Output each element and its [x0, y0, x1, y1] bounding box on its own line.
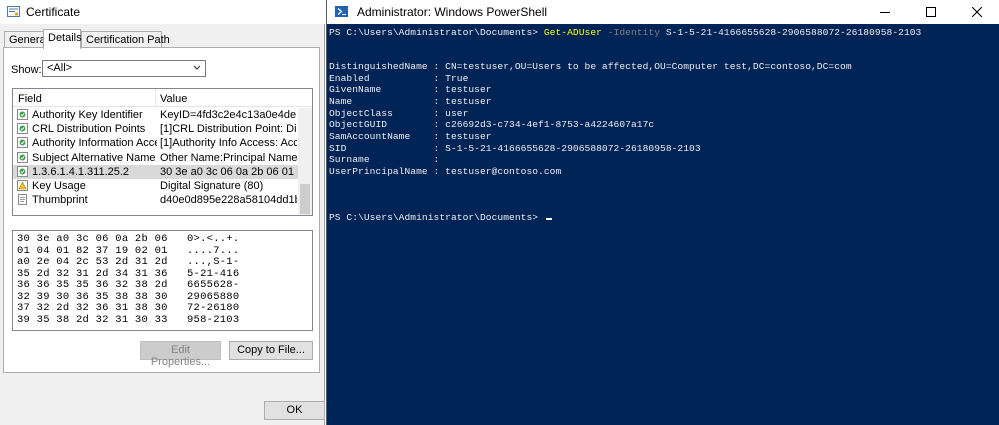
show-dropdown[interactable]: <All>: [42, 60, 206, 77]
tab-details[interactable]: Details: [43, 29, 82, 49]
field-list-scrollbar[interactable]: [298, 108, 312, 215]
hex-ascii: ....7...: [187, 244, 240, 257]
field-value: d40e0d895e228a58104dd1b2...: [160, 194, 297, 207]
output-line: SID : S-1-5-21-4166655628-2906588072-261…: [329, 142, 701, 154]
prompt-text-2: PS C:\Users\Administrator\Documents>: [329, 212, 544, 223]
hex-ascii: 72-26180: [187, 302, 240, 314]
value-hex-view[interactable]: 30 3e a0 3c 06 0a 2b 06 0>.<..+. 01 04 01 …: [12, 230, 313, 331]
field-row[interactable]: CRL Distribution Points [1]CRL Distributi…: [13, 122, 299, 136]
hex-bytes: 37 32 2d 32 36 31 38 30: [17, 302, 168, 314]
ok-button[interactable]: OK: [264, 401, 325, 420]
prompt-line: PS C:\Users\Administrator\Documents>: [329, 212, 552, 223]
command-name: Get-ADUser: [543, 27, 602, 38]
key-usage-icon: [17, 180, 28, 191]
hex-bytes: 39 35 38 2d 32 31 30 33: [17, 313, 168, 326]
hex-ascii: 29065880: [187, 290, 240, 303]
text-cursor: [545, 218, 552, 220]
edit-properties-button[interactable]: Edit Properties...: [140, 341, 221, 368]
certificate-icon: [7, 6, 20, 17]
field-value: [1]Authority Info Access: Acc...: [160, 137, 297, 150]
hex-ascii: 5-21-416: [187, 267, 240, 280]
field-name: Authority Information Access: [32, 137, 157, 150]
close-button[interactable]: [954, 0, 999, 24]
cert-field-icon: [17, 151, 28, 163]
output-line: Enabled : True: [329, 72, 469, 84]
column-header-value[interactable]: Value: [160, 93, 187, 105]
powershell-title: Administrator: Windows PowerShell: [357, 5, 548, 19]
field-name: CRL Distribution Points: [32, 123, 146, 136]
field-list-header: Field Value: [13, 89, 312, 107]
field-value: 30 3e a0 3c 06 0a 2b 06 01 04...: [160, 165, 297, 178]
close-icon: [972, 7, 982, 17]
cert-field-icon: [17, 109, 28, 120]
output-line: Name : testuser: [329, 96, 492, 107]
output-line: DistinguishedName : CN=testuser,OU=Users…: [329, 61, 852, 72]
field-name: 1.3.6.1.4.1.311.25.2: [32, 165, 130, 178]
certificate-title: Certificate: [26, 5, 81, 19]
document-icon: [18, 194, 27, 206]
hex-bytes: a0 2e 04 2c 53 2d 31 2d: [17, 256, 168, 268]
hex-bytes: 32 39 30 36 35 38 38 30: [17, 290, 168, 303]
field-list[interactable]: Field Value Authority Key Identifier KeyI…: [12, 88, 313, 216]
column-divider[interactable]: [155, 89, 156, 107]
hex-bytes: 36 36 35 35 36 32 38 2d: [17, 279, 168, 291]
hex-bytes: 30 3e a0 3c 06 0a 2b 06: [17, 233, 168, 245]
field-row[interactable]: Thumbprint d40e0d895e228a58104dd1b2...: [13, 193, 299, 207]
powershell-title-bar: Administrator: Windows PowerShell: [327, 0, 999, 24]
copy-to-file-button[interactable]: Copy to File...: [229, 341, 313, 360]
cert-field-icon: [17, 165, 28, 177]
chevron-down-icon: [193, 65, 201, 70]
field-row[interactable]: Authority Information Access[1]Authority…: [13, 136, 299, 150]
show-label: Show:: [11, 64, 42, 76]
show-dropdown-value: <All>: [47, 62, 73, 74]
maximize-button[interactable]: [908, 0, 954, 24]
output-line: GivenName : testuser: [329, 84, 492, 96]
hex-ascii: ...,S-1-: [187, 256, 240, 268]
hex-ascii: 6655628-: [187, 279, 240, 291]
field-name: Authority Key Identifier: [32, 109, 143, 121]
field-name: Thumbprint: [32, 194, 88, 207]
field-value: Digital Signature (80): [160, 180, 264, 192]
field-row[interactable]: Key Usage Digital Signature (80): [13, 179, 299, 193]
field-name: Key Usage: [32, 180, 86, 192]
certificate-dialog: Certificate General Details Certificatio…: [0, 0, 325, 425]
command-parameter: -Identity: [607, 27, 661, 38]
scrollbar-thumb[interactable]: [300, 184, 310, 214]
field-row[interactable]: 1.3.6.1.4.1.311.25.2 30 3e a0 3c 06 0a 2b…: [13, 164, 299, 179]
powershell-window: Administrator: Windows PowerShell PS C:\…: [326, 0, 999, 425]
output-line: UserPrincipalName : testuser@contoso.com: [329, 166, 562, 178]
cert-field-icon: [17, 123, 28, 135]
hex-ascii: 958-2103: [187, 313, 240, 326]
field-row[interactable]: Authority Key Identifier KeyID=4fd3c2e4c1…: [13, 108, 299, 122]
command-argument: S-1-5-21-4166655628-2906588072-26180958-…: [665, 27, 922, 38]
maximize-icon: [926, 7, 936, 17]
tab-certification-path[interactable]: Certification Path: [81, 31, 170, 48]
field-value: [1]CRL Distribution Point: Distr...: [160, 123, 297, 136]
minimize-icon: [880, 12, 890, 13]
minimize-button[interactable]: [862, 0, 908, 24]
field-value: KeyID=4fd3c2e4c13a0e4de17...: [160, 109, 297, 121]
field-value: Other Name:Principal Name=t...: [160, 151, 297, 164]
output-line: ObjectGUID : c26692d3-c734-4ef1-8753-a42…: [329, 119, 655, 131]
output-line: Surname :: [329, 154, 440, 166]
output-line: SamAccountName : testuser: [329, 131, 492, 143]
command-line: PS C:\Users\Administrator\Documents> Get…: [329, 27, 921, 38]
prompt-text: PS C:\Users\Administrator\Documents>: [329, 27, 544, 38]
field-row[interactable]: Subject Alternative Name Other Name:Princ…: [13, 151, 299, 165]
column-header-field[interactable]: Field: [18, 93, 42, 105]
powershell-icon: [335, 6, 348, 17]
field-name: Subject Alternative Name: [32, 151, 156, 164]
certificate-title-bar: Certificate: [0, 0, 325, 24]
output-line: ObjectClass : user: [329, 107, 469, 119]
cert-field-icon: [17, 137, 28, 149]
hex-ascii: 0>.<..+.: [187, 233, 240, 245]
tab-general[interactable]: General: [4, 31, 48, 48]
hex-bytes: 35 2d 32 31 2d 34 31 36: [17, 267, 168, 280]
console-output[interactable]: PS C:\Users\Administrator\Documents> Get…: [327, 24, 999, 425]
hex-bytes: 01 04 01 82 37 19 02 01: [17, 244, 168, 257]
